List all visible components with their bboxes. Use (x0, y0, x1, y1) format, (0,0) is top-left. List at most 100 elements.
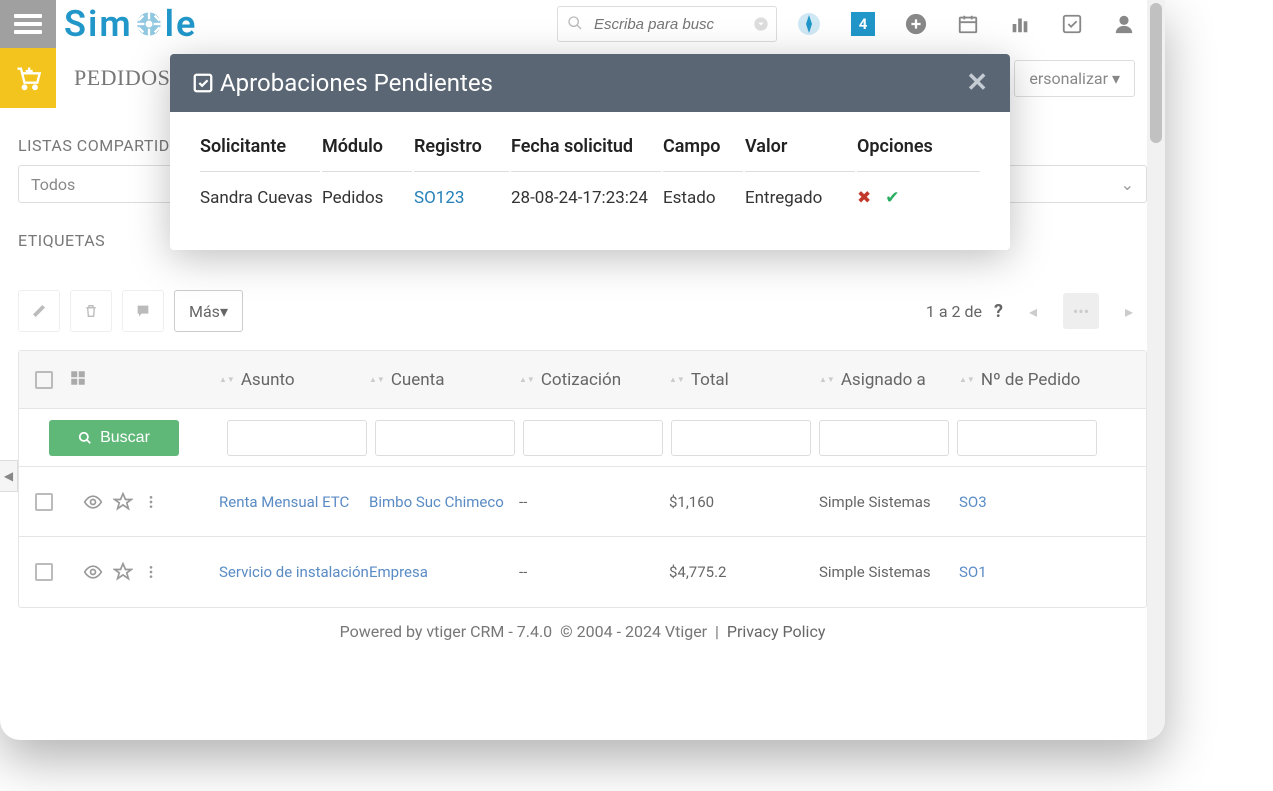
top-icons: 4 (797, 12, 1135, 36)
breadcrumb-module[interactable]: PEDIDOS (74, 65, 170, 91)
chart-icon[interactable] (1009, 13, 1031, 35)
cell-cuenta[interactable]: Empresa (369, 563, 519, 581)
th-registro: Registro (414, 136, 509, 172)
select-all-checkbox[interactable] (35, 371, 53, 389)
cell-valor: Entregado (745, 174, 855, 208)
more-vert-icon[interactable] (143, 562, 159, 582)
sort-icon[interactable]: ▲▼ (519, 376, 535, 383)
breadcrumb: PEDIDOS › (74, 65, 185, 91)
cell-cotizacion: -- (519, 493, 669, 511)
scrollbar[interactable] (1147, 0, 1165, 740)
star-icon[interactable] (113, 492, 133, 512)
toolbar: Más ▾ 1 a 2 de ? ◂ ••• ▸ (18, 290, 1147, 332)
cell-fecha: 28-08-24-17:23:24 (511, 174, 661, 208)
pagination-count[interactable]: ? (994, 301, 1003, 322)
collapse-sidebar-tab[interactable]: ◀ (0, 460, 18, 492)
cell-registro[interactable]: SO123 (414, 174, 509, 208)
table-row: Renta Mensual ETC Bimbo Suc Chimeco -- $… (19, 467, 1146, 537)
search-button[interactable]: Buscar (49, 420, 179, 456)
table-row: Servicio de instalación Empresa -- $4,77… (19, 537, 1146, 607)
scrollbar-thumb[interactable] (1150, 3, 1162, 143)
th-modulo: Módulo (322, 136, 412, 172)
approval-row: Sandra Cuevas Pedidos SO123 28-08-24-17:… (200, 174, 980, 208)
preview-icon[interactable] (83, 492, 103, 512)
filter-total[interactable] (671, 420, 811, 456)
sort-icon[interactable]: ▲▼ (369, 376, 385, 383)
cell-campo: Estado (663, 174, 743, 208)
th-campo: Campo (663, 136, 743, 172)
approvals-icon[interactable] (1061, 13, 1083, 35)
privacy-link[interactable]: Privacy Policy (727, 622, 826, 641)
menu-toggle[interactable] (0, 0, 56, 48)
delete-button[interactable] (70, 290, 112, 332)
add-icon[interactable] (905, 13, 927, 35)
cell-total: $1,160 (669, 493, 819, 511)
cell-cuenta[interactable]: Bimbo Suc Chimeco (369, 493, 519, 511)
filter-cuenta[interactable] (375, 420, 515, 456)
cell-pedido[interactable]: SO3 (959, 493, 1109, 511)
more-button[interactable]: Más ▾ (174, 290, 243, 332)
approve-icon[interactable]: ✔ (885, 188, 899, 208)
module-icon[interactable] (0, 48, 56, 108)
calendar-icon[interactable] (957, 13, 979, 35)
search-wrap (557, 6, 777, 42)
filter-row: Buscar (19, 409, 1146, 467)
search-icon (567, 15, 583, 31)
star-icon[interactable] (113, 562, 133, 582)
th-fecha: Fecha solicitud (511, 136, 661, 172)
cell-asunto[interactable]: Servicio de instalación (219, 563, 369, 581)
compass-icon[interactable] (797, 12, 821, 36)
filter-asunto[interactable] (227, 420, 367, 456)
approval-options: ✖ ✔ (857, 188, 980, 208)
page-jump-button[interactable]: ••• (1063, 293, 1099, 329)
search-dropdown-icon[interactable] (753, 16, 769, 32)
app-window: Simle 4 (0, 0, 1165, 740)
cell-cotizacion: -- (519, 563, 669, 581)
prev-page-button[interactable]: ◂ (1015, 293, 1051, 329)
more-vert-icon[interactable] (143, 492, 159, 512)
cell-asignado: Simple Sistemas (819, 493, 959, 511)
filter-asignado[interactable] (819, 420, 949, 456)
caret-down-icon: ▾ (220, 302, 228, 321)
row-checkbox[interactable] (35, 563, 53, 581)
cell-asignado: Simple Sistemas (819, 563, 959, 581)
table-header: ▲▼Asunto ▲▼Cuenta ▲▼Cotización ▲▼Total ▲… (19, 351, 1146, 409)
cell-solicitante: Sandra Cuevas (200, 174, 320, 208)
chevron-down-icon: ⌄ (1121, 175, 1134, 194)
pagination-text: 1 a 2 de (926, 302, 982, 321)
personalize-button[interactable]: ersonalizar ▾ (1014, 60, 1135, 97)
sort-icon[interactable]: ▲▼ (959, 376, 975, 383)
cell-asunto[interactable]: Renta Mensual ETC (219, 493, 369, 511)
sort-icon[interactable]: ▲▼ (819, 376, 835, 383)
filter-cotizacion[interactable] (523, 420, 663, 456)
pagination: 1 a 2 de ? ◂ ••• ▸ (926, 293, 1147, 329)
filter-pedido[interactable] (957, 420, 1097, 456)
modal-title: Aprobaciones Pendientes (220, 69, 493, 97)
cell-modulo: Pedidos (322, 174, 412, 208)
row-checkbox[interactable] (35, 493, 53, 511)
th-opciones: Opciones (857, 136, 980, 172)
footer: Powered by vtiger CRM - 7.4.0 © 2004 - 2… (18, 608, 1147, 661)
th-valor: Valor (745, 136, 855, 172)
next-page-button[interactable]: ▸ (1111, 293, 1147, 329)
checkbox-icon (192, 72, 214, 94)
notification-badge[interactable]: 4 (851, 12, 875, 36)
edit-button[interactable] (18, 290, 60, 332)
sort-icon[interactable]: ▲▼ (219, 376, 235, 383)
preview-icon[interactable] (83, 562, 103, 582)
logo: Simle (64, 3, 197, 45)
close-icon[interactable]: ✕ (966, 68, 988, 98)
hamburger-icon (14, 10, 42, 38)
comment-button[interactable] (122, 290, 164, 332)
user-icon[interactable] (1113, 13, 1135, 35)
grid-view-icon[interactable] (69, 369, 87, 387)
search-input[interactable] (557, 6, 777, 42)
modal-body: Solicitante Módulo Registro Fecha solici… (170, 112, 1010, 250)
cell-pedido[interactable]: SO1 (959, 563, 1109, 581)
topbar: Simle 4 (0, 0, 1165, 48)
data-table: ▲▼Asunto ▲▼Cuenta ▲▼Cotización ▲▼Total ▲… (18, 350, 1147, 608)
sort-icon[interactable]: ▲▼ (669, 376, 685, 383)
caret-down-icon: ▾ (1112, 69, 1120, 88)
approvals-table: Solicitante Módulo Registro Fecha solici… (198, 134, 982, 210)
reject-icon[interactable]: ✖ (857, 188, 871, 208)
